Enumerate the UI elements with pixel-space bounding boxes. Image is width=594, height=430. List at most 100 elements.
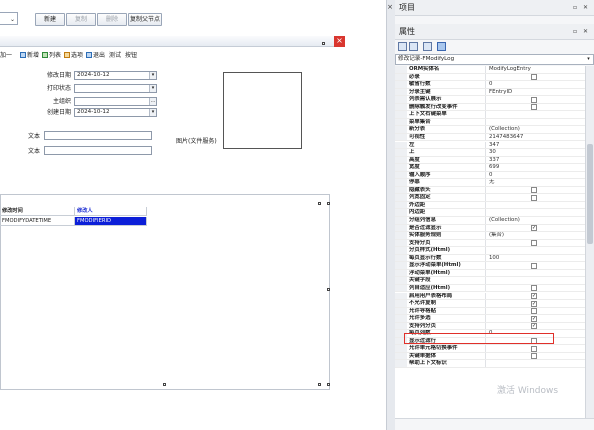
selection-handle[interactable]	[327, 288, 330, 291]
property-value[interactable]: ✓	[485, 292, 583, 300]
property-value[interactable]	[485, 345, 583, 352]
property-value[interactable]	[485, 103, 583, 111]
property-row[interactable]: 是否过滤显示 ✓	[395, 224, 585, 233]
property-row[interactable]: 隐藏表头	[395, 186, 585, 195]
property-checkbox[interactable]: ✓	[531, 323, 537, 330]
property-checkbox[interactable]: ✓	[531, 300, 537, 307]
property-value[interactable]: 0	[485, 81, 583, 88]
property-row[interactable]: 新分表 (Collection)	[395, 126, 585, 134]
property-value[interactable]	[485, 96, 583, 103]
property-value[interactable]	[485, 262, 583, 269]
grid-cell-modify-time[interactable]: FMODIFYDATETIME	[0, 217, 75, 226]
property-checkbox[interactable]	[531, 74, 537, 81]
property-row[interactable]: 删除触发行改变事件	[395, 103, 585, 112]
property-value[interactable]: ✓	[485, 315, 583, 322]
property-value[interactable]: 347	[485, 141, 583, 149]
picture-box[interactable]	[223, 72, 302, 149]
property-value[interactable]	[485, 118, 583, 126]
text-field-2[interactable]	[44, 146, 152, 155]
property-value[interactable]	[485, 201, 583, 209]
form-toolbar-item-exit[interactable]: 退出	[86, 51, 105, 61]
properties-icon[interactable]	[437, 42, 446, 51]
property-checkbox[interactable]	[531, 194, 537, 201]
grid-header-modifier[interactable]: 修改人	[75, 207, 147, 216]
chevron-down-icon[interactable]: ▾	[149, 85, 156, 92]
property-checkbox[interactable]	[531, 353, 537, 360]
print-status-field[interactable]: ▾	[74, 84, 157, 93]
property-row[interactable]: 允许多选 ✓	[395, 315, 585, 323]
property-grid[interactable]: ORM实体名 ModifyLogEntry 必录 敏省行数 0 分录主键 FEntryID 列…	[395, 66, 585, 418]
property-value[interactable]: (Collection)	[485, 126, 583, 133]
property-value[interactable]	[485, 269, 583, 277]
property-checkbox[interactable]	[531, 345, 537, 352]
property-value[interactable]: ModifyLogEntry	[485, 66, 583, 73]
property-row[interactable]: 允许导格贴	[395, 307, 585, 316]
property-value[interactable]	[485, 194, 583, 201]
property-value[interactable]: 无	[485, 179, 583, 186]
selection-handle[interactable]	[322, 42, 325, 45]
property-row[interactable]: 分组列信息 (Collection)	[395, 217, 585, 225]
property-checkbox[interactable]	[531, 187, 537, 194]
property-row[interactable]: 支持分页	[395, 239, 585, 248]
property-value[interactable]	[485, 239, 583, 247]
property-row[interactable]: 菜单集合	[395, 118, 585, 127]
property-value[interactable]: ✓	[485, 300, 583, 307]
property-row[interactable]: 可视性 2147483647	[395, 133, 585, 142]
grid-cell-modifier[interactable]: FMODIFIERID	[75, 217, 147, 226]
copy-parent-button[interactable]: 复制父节点	[128, 13, 162, 26]
property-row[interactable]: 支持列分页 ✓	[395, 322, 585, 331]
property-value[interactable]: (集合)	[485, 232, 583, 239]
create-date-field[interactable]: 2024-10-12 ▾	[74, 108, 157, 117]
property-row[interactable]: 显示浮动菜单(Html)	[395, 262, 585, 270]
property-scrollbar[interactable]	[585, 66, 594, 418]
copy-button[interactable]: 复制	[66, 13, 96, 26]
property-value[interactable]	[485, 284, 583, 292]
new-button[interactable]: 新建	[35, 13, 65, 26]
property-row[interactable]: 外边距	[395, 201, 585, 210]
modify-date-field[interactable]: 2024-10-12 ▾	[74, 71, 157, 80]
property-checkbox[interactable]: ✓	[531, 293, 537, 299]
property-value[interactable]	[485, 111, 583, 118]
property-value[interactable]: ✓	[485, 224, 583, 232]
property-row[interactable]: 每页显示行数 100	[395, 254, 585, 263]
chevron-down-icon[interactable]: ▾	[149, 72, 156, 79]
property-row[interactable]: 列宽固定	[395, 194, 585, 202]
property-checkbox[interactable]: ✓	[531, 315, 537, 322]
chevron-down-icon[interactable]: ⌄	[10, 16, 15, 23]
property-value[interactable]	[485, 209, 583, 216]
selection-handle[interactable]	[318, 383, 321, 386]
property-row[interactable]: 上下文右键菜单	[395, 111, 585, 119]
property-row[interactable]: 关键单据体	[395, 352, 585, 361]
property-row[interactable]: 浮动菜单(Html)	[395, 269, 585, 278]
property-checkbox[interactable]	[531, 104, 537, 111]
property-value[interactable]	[485, 247, 583, 254]
property-row[interactable]: 关键字段	[395, 277, 585, 285]
form-toolbar-item-options[interactable]: 选项	[64, 51, 83, 61]
property-row[interactable]: 内边距	[395, 209, 585, 217]
object-selector[interactable]: 修改记录-FModifyLog ▾	[395, 54, 594, 65]
property-row[interactable]: 分页样式(Html)	[395, 247, 585, 255]
alphabetical-icon[interactable]	[409, 42, 418, 51]
property-row[interactable]: 必录	[395, 73, 585, 82]
property-row[interactable]: 分录主键 FEntryID	[395, 88, 585, 97]
property-value[interactable]: 2147483647	[485, 133, 583, 141]
selection-handle[interactable]	[327, 383, 330, 386]
property-checkbox[interactable]	[531, 96, 537, 103]
form-toolbar-item-new[interactable]: 新增	[20, 51, 39, 61]
delete-button[interactable]: 删除	[97, 13, 127, 26]
categorized-icon[interactable]	[398, 42, 407, 51]
property-row[interactable]: 列自适应(Html)	[395, 284, 585, 293]
property-value[interactable]	[485, 277, 583, 284]
ellipsis-icon[interactable]: …	[149, 98, 156, 105]
scroll-thumb[interactable]	[587, 144, 593, 244]
text-field-1[interactable]	[44, 131, 152, 140]
property-value[interactable]: 30	[485, 149, 583, 156]
property-value[interactable]: 100	[485, 254, 583, 262]
selection-handle[interactable]	[327, 202, 330, 205]
form-toolbar-item-button[interactable]: 按钮	[125, 51, 137, 61]
property-value[interactable]	[485, 360, 583, 367]
property-row[interactable]: ORM实体名 ModifyLogEntry	[395, 66, 585, 74]
chevron-down-icon[interactable]: ▾	[149, 109, 156, 116]
panel-buttons[interactable]: ▫ ✕	[573, 0, 590, 15]
property-value[interactable]	[485, 73, 583, 81]
